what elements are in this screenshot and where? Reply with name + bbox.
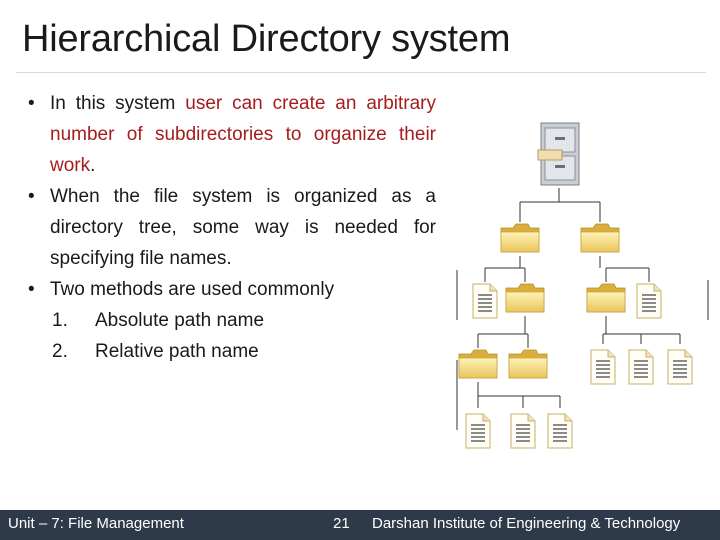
folder-icon (500, 223, 540, 253)
bullet-text: When the file system is organized as a d… (50, 186, 436, 269)
footer-page-number: 21 (333, 515, 350, 532)
bullet-item: • In this system user can create an arbi… (20, 88, 436, 181)
file-icon (547, 413, 573, 449)
slide-content: • In this system user can create an arbi… (20, 88, 436, 367)
file-icon (636, 283, 662, 319)
folder-icon (580, 223, 620, 253)
file-icon (465, 413, 491, 449)
directory-tree-diagram (456, 122, 709, 449)
slide-footer: Unit – 7: File Management 21 Darshan Ins… (0, 510, 720, 540)
file-icon (472, 283, 498, 319)
item-number: 2. (52, 341, 68, 362)
bullet-item: • When the file system is organized as a… (20, 181, 436, 274)
file-icon (510, 413, 536, 449)
numbered-item: 2. Relative path name (20, 336, 436, 367)
bullet-dot: • (28, 93, 35, 114)
footer-unit-label: Unit – 7: File Management (8, 515, 184, 532)
file-cabinet-icon (537, 122, 580, 186)
file-icon (667, 349, 693, 385)
folder-icon (508, 349, 548, 379)
folder-icon (586, 283, 626, 313)
bullet-dot: • (28, 186, 35, 207)
slide-title: Hierarchical Directory system (22, 18, 511, 60)
folder-icon (458, 349, 498, 379)
file-icon (628, 349, 654, 385)
title-divider (16, 72, 706, 73)
bullet-item: • Two methods are used commonly (20, 274, 436, 305)
bullet-dot: • (28, 279, 35, 300)
item-text: Relative path name (95, 341, 259, 362)
folder-icon (505, 283, 545, 313)
footer-institute-name: Darshan Institute of Engineering & Techn… (372, 515, 681, 532)
bullet-text: In this system (50, 93, 186, 114)
file-icon (590, 349, 616, 385)
item-text: Absolute path name (95, 310, 265, 331)
numbered-item: 1. Absolute path name (20, 305, 436, 336)
item-number: 1. (52, 310, 68, 331)
bullet-text: . (90, 155, 96, 176)
bullet-text: Two methods are used commonly (50, 279, 335, 300)
